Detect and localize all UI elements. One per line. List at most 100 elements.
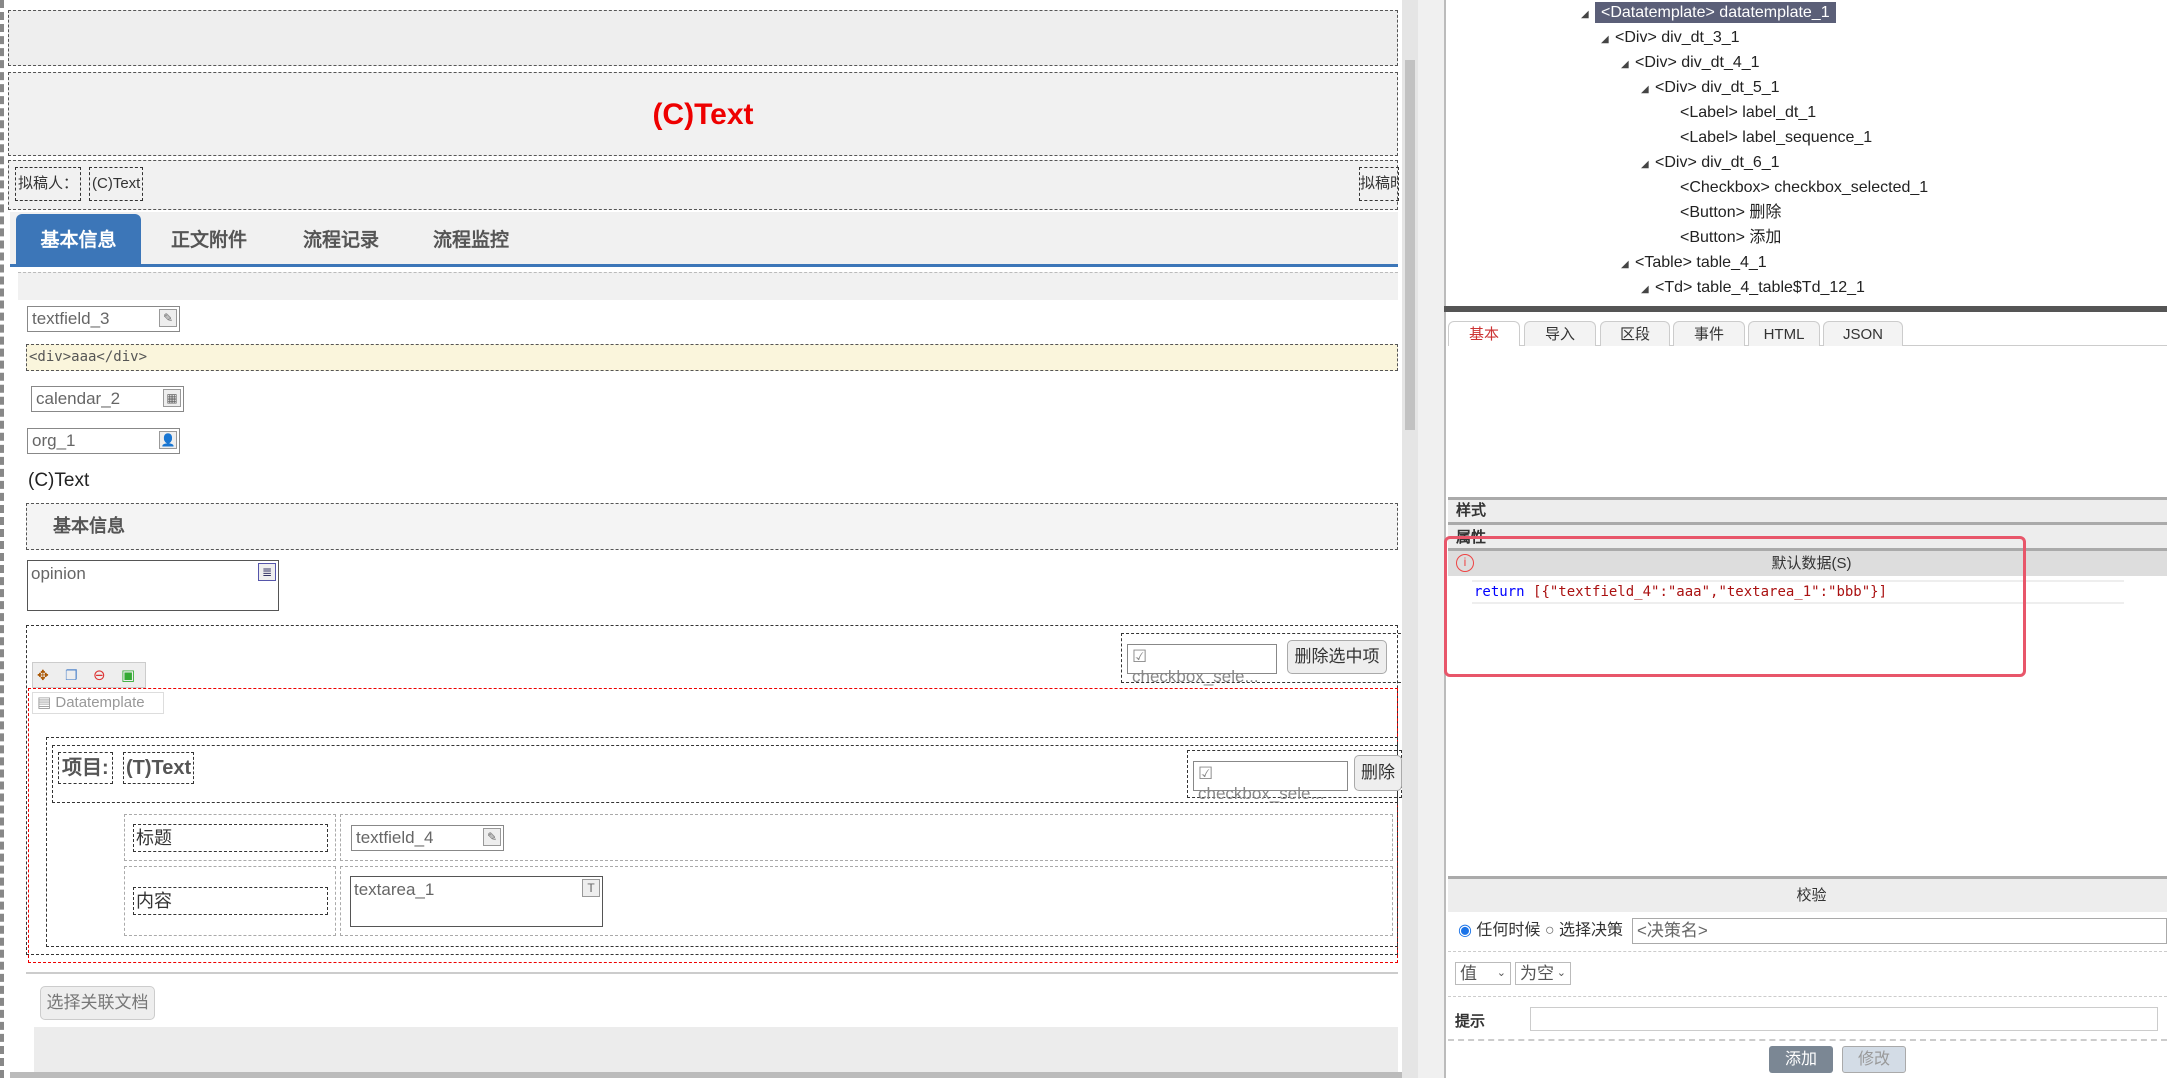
move-icon[interactable]: ✥ [37,667,49,684]
textfield-3-label: textfield_3 [32,309,110,328]
prop-tab[interactable]: JSON [1823,321,1903,346]
radio-any-checked[interactable]: ◉ [1458,922,1472,939]
expand-triangle-icon[interactable]: ◢ [1641,78,1655,101]
tree-node[interactable]: ◢ <Datatemplate> datatemplate_1 [1581,1,1836,24]
org-1[interactable]: org_1 👤 [27,428,180,454]
checkbox-label: checkbox_sele... [1132,667,1259,686]
text-icon: T [582,879,600,897]
delete-button[interactable]: 删除 [1354,755,1402,791]
chevron-down-icon: ⌄ [1496,967,1506,979]
tree-node-label: <Datatemplate> datatemplate_1 [1595,2,1836,23]
tab-flow-records[interactable]: 流程记录 [276,214,406,267]
calendar-label: calendar_2 [36,389,121,408]
datatemplate-tag: ▤ Datatemplate [32,692,164,714]
expand-triangle-icon[interactable]: ◢ [1621,53,1635,76]
title-value-cell: textfield_4 ✎ [340,814,1393,861]
add-button[interactable]: 添加 [1769,1046,1833,1073]
tree-node[interactable]: ◢ <Div> div_dt_6_1 [1641,151,1780,174]
tree-node-label: <Div> div_dt_4_1 [1635,54,1760,71]
tree-node-label: <Button> 删除 [1680,204,1782,221]
content-label: 内容 [133,887,328,915]
hint-input[interactable] [1530,1007,2158,1031]
textarea-1[interactable]: textarea_1 T [350,876,603,927]
vertical-scrollbar[interactable] [1402,0,1418,1078]
select-related-docs-button[interactable]: 选择关联文档 [40,986,155,1020]
drafter-label: 拟稿人： [15,167,82,201]
section-title: 基本信息 [26,503,1398,550]
tree-node-label: <Checkbox> checkbox_selected_1 [1680,179,1929,196]
tree-node[interactable]: ◢ <Div> div_dt_5_1 [1641,76,1780,99]
expand-triangle-icon[interactable]: ◢ [1641,278,1655,301]
horizontal-scrollbar[interactable] [10,1072,1404,1078]
value-select[interactable]: 值 ⌄ [1455,962,1511,985]
tree-node[interactable]: ◢ <Td> table_4_table$Td_12_1 [1641,276,1865,299]
drafter-row: 拟稿人： (C)Text 拟稿时 [8,160,1399,210]
tab-basic-info[interactable]: 基本信息 [16,214,141,267]
tree-node[interactable]: <Label> label_sequence_1 [1666,126,1872,149]
opinion-textarea[interactable]: opinion ≣ [27,560,279,611]
list-icon: ≣ [258,563,276,581]
opinion-label: opinion [31,564,86,583]
prop-tab[interactable]: HTML [1748,321,1820,346]
value-select-text: 值 [1460,964,1477,983]
content-value-cell: textarea_1 T [340,866,1393,936]
tree-node[interactable]: <Button> 删除 [1666,201,1781,224]
title-band: (C)Text [8,72,1398,156]
tree-node[interactable]: ◢ <Div> div_dt_3_1 [1601,26,1740,49]
validation-when: ◉ 任何时候 ○ 选择决策 [1458,917,1623,945]
ctext-label: (C)Text [28,470,90,491]
org-label: org_1 [32,431,76,450]
drafter-value: (C)Text [89,167,144,201]
content-label-cell: 内容 [124,866,336,936]
spacer [18,272,1398,300]
edit-icon: ✎ [483,828,501,846]
radio-decision[interactable]: ○ [1545,922,1555,939]
tree-node-label: <Table> table_4_1 [1635,254,1767,271]
prop-tab[interactable]: 导入 [1524,321,1596,346]
modify-button[interactable]: 修改 [1842,1046,1906,1073]
html-div-field[interactable]: <div>aaa</div> [26,344,1398,371]
edit-icon: ✎ [159,309,177,327]
expand-triangle-icon[interactable]: ◢ [1601,28,1615,51]
tree-node[interactable]: <Checkbox> checkbox_selected_1 [1666,176,1928,199]
copy-icon[interactable]: ❐ [65,667,78,684]
textfield-3[interactable]: textfield_3 ✎ [27,306,180,332]
prop-tab[interactable]: 事件 [1673,321,1745,346]
expand-triangle-icon[interactable]: ◢ [1581,3,1595,26]
splitter[interactable] [1418,0,1446,1078]
tree-node[interactable]: ◢ <Table> table_4_1 [1621,251,1767,274]
item-actions: ☑ checkbox_sele... 删除 [1187,750,1402,803]
tree-node[interactable]: <Button> 添加 [1666,226,1781,249]
calendar-2[interactable]: calendar_2 ▦ [31,386,184,412]
delete-icon[interactable]: ⊖ [93,666,106,684]
textfield-4[interactable]: textfield_4 ✎ [351,825,504,851]
condition-select[interactable]: 为空 ⌄ [1515,962,1571,985]
tree-node[interactable]: <Label> label_dt_1 [1666,101,1816,124]
prop-tab[interactable]: 区段 [1600,321,1670,346]
expand-triangle-icon[interactable]: ◢ [1641,153,1655,176]
style-section[interactable]: 样式 [1448,497,2167,522]
item-header: 项目: (T)Text ☑ checkbox_sele... 删除 [52,745,1402,803]
checkbox-selected-all[interactable]: ☑ checkbox_sele... [1127,644,1277,686]
tree-node-label: <Label> label_sequence_1 [1680,129,1873,146]
user-icon: 👤 [159,431,177,449]
prop-tab[interactable]: 基本 [1448,321,1520,346]
expand-triangle-icon[interactable]: ◢ [1621,253,1635,276]
draft-date-label: 拟稿时 [1359,167,1399,201]
tree-node-label: <Div> div_dt_5_1 [1655,79,1780,96]
radio-any-label: 任何时候 [1476,922,1541,939]
tab-attachments[interactable]: 正文附件 [144,214,274,267]
export-icon[interactable]: ▣ [121,666,135,684]
toolbar-group: ☑ checkbox_sele... 删除选中项 [1121,633,1411,686]
textfield-4-label: textfield_4 [356,828,434,847]
radio-decision-label: 选择决策 [1559,922,1624,939]
decision-input[interactable]: <决策名> [1632,918,2167,944]
textarea-1-label: textarea_1 [354,880,435,899]
title-label-cell: 标题 [124,814,336,861]
tree-node[interactable]: ◢ <Div> div_dt_4_1 [1621,51,1760,74]
delete-selected-button[interactable]: 删除选中项 [1287,640,1387,674]
checkbox-selected-1[interactable]: ☑ checkbox_sele... [1193,761,1348,803]
tab-flow-monitor[interactable]: 流程监控 [406,214,536,267]
tree-node-label: <Td> table_4_table$Td_12_1 [1655,279,1865,296]
tree-node-label: <Button> 添加 [1680,229,1782,246]
